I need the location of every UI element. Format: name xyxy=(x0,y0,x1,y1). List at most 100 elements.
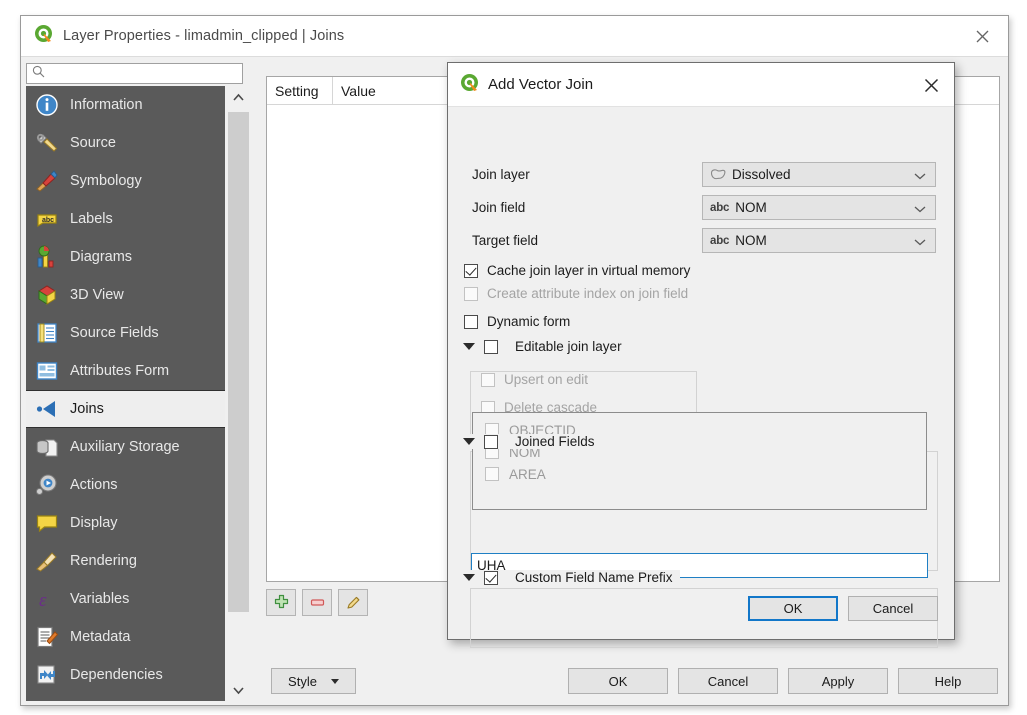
create-attribute-index-checkbox[interactable]: Create attribute index on join field xyxy=(464,286,688,301)
abc-text-field-icon: abc xyxy=(710,201,730,214)
target-field-value: NOM xyxy=(735,233,767,248)
sidebar-item-information[interactable]: Information xyxy=(26,86,225,124)
editable-join-layer-header[interactable]: Editable join layer xyxy=(463,339,629,354)
dialog-ok-button[interactable]: OK xyxy=(748,596,838,621)
sidebar-item-joins[interactable]: Joins xyxy=(26,390,225,428)
checkbox-box xyxy=(464,314,478,329)
chevron-down-icon[interactable] xyxy=(914,196,926,221)
sidebar-item-diagrams[interactable]: Diagrams xyxy=(26,238,225,276)
sidebar-item-label: 3D View xyxy=(70,287,124,303)
dynamic-form-checkbox[interactable]: Dynamic form xyxy=(464,314,570,329)
sidebar-container: Information Source Symbology abc Labels Diagr… xyxy=(26,86,252,701)
dialog-cancel-button[interactable]: Cancel xyxy=(848,596,938,621)
edit-join-button[interactable] xyxy=(338,589,368,616)
collapse-triangle-icon[interactable] xyxy=(463,343,475,350)
rendering-icon xyxy=(34,548,60,574)
custom-prefix-label: Custom Field Name Prefix xyxy=(515,570,673,585)
diagrams-icon xyxy=(34,244,60,270)
checkbox-box[interactable] xyxy=(484,434,498,449)
target-field-combo[interactable]: abc NOM xyxy=(702,228,936,253)
window-title-text: Layer Properties - limadmin_clipped | Jo… xyxy=(63,28,345,44)
desktop-background: Layer Properties - limadmin_clipped | Jo… xyxy=(0,0,1027,715)
window-title-bar: Layer Properties - limadmin_clipped | Jo… xyxy=(21,16,1008,57)
sidebar-item-source-fields[interactable]: Source Fields xyxy=(26,314,225,352)
attributes-form-icon xyxy=(34,358,60,384)
scroll-down-arrow[interactable] xyxy=(225,679,252,701)
checkbox-box[interactable] xyxy=(484,339,498,354)
joined-fields-list[interactable]: OBJECTID NOM AREA xyxy=(472,412,927,510)
sidebar-item-label: Source Fields xyxy=(70,325,159,341)
sidebar-item-actions[interactable]: Actions xyxy=(26,466,225,504)
column-header-setting[interactable]: Setting xyxy=(267,77,333,104)
actions-icon xyxy=(34,472,60,498)
scroll-up-arrow[interactable] xyxy=(225,86,252,108)
sidebar-item-display[interactable]: Display xyxy=(26,504,225,542)
3d-view-icon xyxy=(34,282,60,308)
sidebar-scroll-thumb[interactable] xyxy=(228,112,249,612)
polygon-layer-icon xyxy=(710,168,726,181)
cache-join-layer-label: Cache join layer in virtual memory xyxy=(487,263,691,278)
sidebar-item-label: Attributes Form xyxy=(70,363,170,379)
sidebar-item-source[interactable]: Source xyxy=(26,124,225,162)
dialog-button-row: OK Cancel Apply Help xyxy=(568,668,998,694)
remove-join-button[interactable] xyxy=(302,589,332,616)
join-field-row: Join field abc NOM xyxy=(472,195,936,220)
style-button-label: Style xyxy=(288,673,317,689)
join-field-value: NOM xyxy=(735,200,767,215)
collapse-triangle-icon[interactable] xyxy=(463,574,475,581)
joined-fields-header[interactable]: Joined Fields xyxy=(463,434,602,449)
checkbox-box xyxy=(464,286,478,301)
sidebar-item-auxiliary-storage[interactable]: Auxiliary Storage xyxy=(26,428,225,466)
sidebar-item-label: Dependencies xyxy=(70,667,163,683)
collapse-triangle-icon[interactable] xyxy=(463,438,475,445)
editable-join-layer-label: Editable join layer xyxy=(515,339,622,354)
apply-button[interactable]: Apply xyxy=(788,668,888,694)
custom-prefix-header[interactable]: Custom Field Name Prefix xyxy=(463,570,680,585)
column-header-value[interactable]: Value xyxy=(333,77,413,104)
join-layer-combo[interactable]: Dissolved xyxy=(702,162,936,187)
chevron-down-icon[interactable] xyxy=(914,163,926,188)
sidebar-item-label: Actions xyxy=(70,477,118,493)
symbology-icon xyxy=(34,168,60,194)
source-icon xyxy=(34,130,60,156)
checkbox-box[interactable] xyxy=(484,570,498,585)
qgis-logo-icon xyxy=(460,73,479,97)
add-join-button[interactable] xyxy=(266,589,296,616)
sidebar-list: Information Source Symbology abc Labels Diagr… xyxy=(26,86,225,701)
join-field-combo[interactable]: abc NOM xyxy=(702,195,936,220)
dialog-close-button[interactable] xyxy=(916,71,946,99)
sidebar-item-3d-view[interactable]: 3D View xyxy=(26,276,225,314)
sidebar-scrollbar[interactable] xyxy=(225,86,252,701)
sidebar-item-dependencies[interactable]: Dependencies xyxy=(26,656,225,694)
sidebar-item-attributes-form[interactable]: Attributes Form xyxy=(26,352,225,390)
sidebar-item-label: Symbology xyxy=(70,173,142,189)
joined-field-row[interactable]: AREA xyxy=(473,463,926,485)
cache-join-layer-checkbox[interactable]: Cache join layer in virtual memory xyxy=(464,263,690,278)
help-button[interactable]: Help xyxy=(898,668,998,694)
sidebar-item-label: Labels xyxy=(70,211,113,227)
joins-toolbar xyxy=(266,589,368,616)
ok-button[interactable]: OK xyxy=(568,668,668,694)
display-icon xyxy=(34,510,60,536)
sidebar-item-rendering[interactable]: Rendering xyxy=(26,542,225,580)
dialog-title-text: Add Vector Join xyxy=(488,76,594,93)
sidebar-item-label: Auxiliary Storage xyxy=(70,439,180,455)
sidebar-item-variables[interactable]: ε Variables xyxy=(26,580,225,618)
dialog-action-buttons: OK Cancel xyxy=(748,596,938,621)
target-field-label: Target field xyxy=(472,233,539,248)
sidebar-item-label: Display xyxy=(70,515,118,531)
sidebar-item-metadata[interactable]: Metadata xyxy=(26,618,225,656)
sidebar-search-box[interactable] xyxy=(26,63,243,84)
svg-text:abc: abc xyxy=(42,217,54,224)
window-close-button[interactable] xyxy=(962,22,1002,51)
chevron-down-icon[interactable] xyxy=(914,229,926,254)
joins-icon xyxy=(34,396,60,422)
labels-icon: abc xyxy=(34,206,60,232)
sidebar-item-symbology[interactable]: Symbology xyxy=(26,162,225,200)
style-button[interactable]: Style xyxy=(271,668,356,694)
search-input[interactable] xyxy=(49,66,229,81)
join-layer-row: Join layer Dissolved xyxy=(472,162,936,187)
sidebar-item-labels[interactable]: abc Labels xyxy=(26,200,225,238)
cancel-button[interactable]: Cancel xyxy=(678,668,778,694)
upsert-on-edit-checkbox[interactable]: Upsert on edit xyxy=(481,372,588,387)
